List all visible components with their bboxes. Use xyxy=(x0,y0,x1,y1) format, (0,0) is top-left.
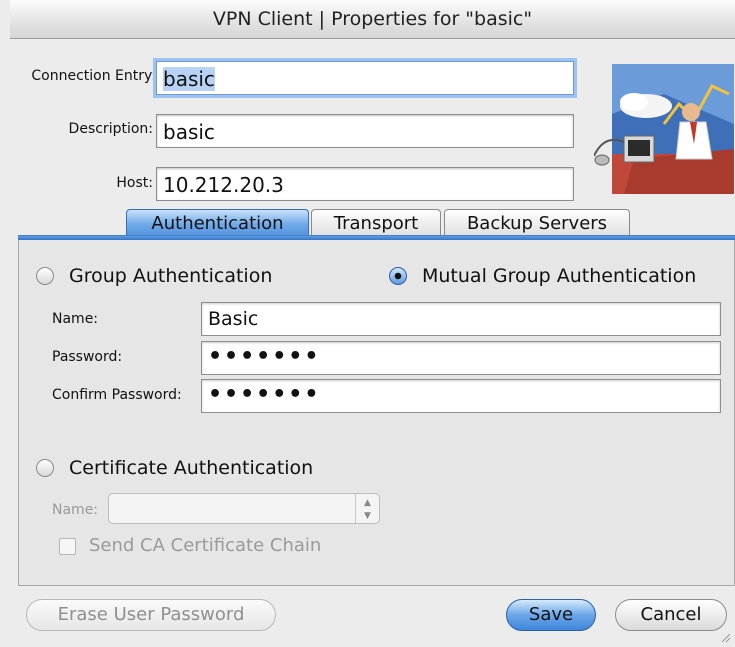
select-stepper-icon: ▲ ▼ xyxy=(355,494,379,523)
confirm-password-input[interactable]: ••••••• xyxy=(201,379,721,413)
cancel-button[interactable]: Cancel xyxy=(615,599,727,631)
password-input[interactable]: ••••••• xyxy=(201,341,721,375)
group-auth-radio[interactable] xyxy=(36,267,54,285)
save-button[interactable]: Save xyxy=(506,599,596,631)
connection-entry-value: basic xyxy=(163,67,215,91)
send-ca-chain-checkbox[interactable] xyxy=(59,538,76,555)
password-label: Password: xyxy=(52,349,123,365)
group-auth-label: Group Authentication xyxy=(69,265,273,287)
certificate-auth-label: Certificate Authentication xyxy=(69,457,314,479)
certificate-name-select[interactable]: ▲ ▼ xyxy=(108,493,380,524)
resize-grip-icon[interactable] xyxy=(719,631,731,643)
host-field[interactable]: 10.212.20.3 xyxy=(156,167,574,201)
vpn-illustration-image xyxy=(594,64,734,194)
window-title: VPN Client | Properties for "basic" xyxy=(10,0,735,39)
erase-user-password-button[interactable]: Erase User Password xyxy=(26,599,276,631)
certificate-auth-radio[interactable] xyxy=(36,459,54,477)
name-label: Name: xyxy=(52,311,99,327)
name-input[interactable]: Basic xyxy=(201,302,721,336)
certificate-name-label: Name: xyxy=(52,502,99,518)
authentication-panel: Group Authentication Mutual Group Authen… xyxy=(18,240,735,586)
mutual-group-auth-radio[interactable] xyxy=(389,267,407,285)
confirm-password-label: Confirm Password: xyxy=(52,387,182,403)
properties-window: Connection Entry: basic Description: bas… xyxy=(10,39,735,647)
send-ca-chain-label: Send CA Certificate Chain xyxy=(89,535,322,556)
connection-entry-field[interactable]: basic xyxy=(156,61,574,95)
description-label: Description: xyxy=(68,121,153,137)
mutual-group-auth-label: Mutual Group Authentication xyxy=(422,265,697,287)
host-label: Host: xyxy=(116,175,153,191)
connection-entry-label: Connection Entry: xyxy=(31,68,156,84)
description-field[interactable]: basic xyxy=(156,114,574,148)
